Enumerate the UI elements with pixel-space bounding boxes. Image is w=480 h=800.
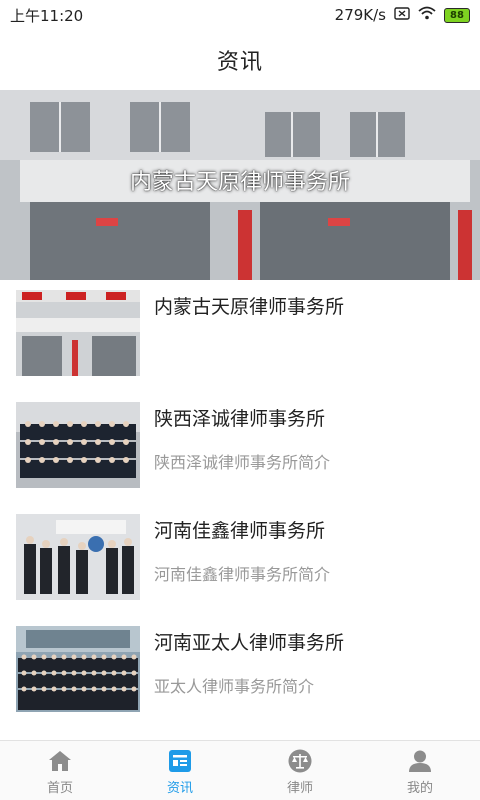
news-summary: 陕西泽诚律师事务所简介 bbox=[154, 453, 331, 472]
news-item[interactable]: 河南佳鑫律师事务所 河南佳鑫律师事务所简介 bbox=[0, 504, 480, 616]
home-icon bbox=[49, 751, 71, 771]
status-icons: 279K/s 88 bbox=[335, 6, 470, 24]
lawyer-icon bbox=[288, 749, 312, 773]
news-thumbnail bbox=[16, 290, 140, 376]
banner-carousel[interactable]: 内蒙古天原律师事务所 bbox=[0, 90, 480, 280]
tab-profile[interactable]: 我的 bbox=[360, 741, 480, 800]
news-icon bbox=[169, 750, 191, 772]
page-title: 资讯 bbox=[216, 50, 263, 75]
tab-home[interactable]: 首页 bbox=[0, 741, 120, 800]
news-thumbnail bbox=[16, 402, 140, 488]
tab-label: 律师 bbox=[286, 781, 313, 796]
news-title: 陕西泽诚律师事务所 bbox=[154, 408, 326, 430]
battery-icon: 88 bbox=[444, 7, 470, 23]
tab-news[interactable]: 资讯 bbox=[120, 741, 240, 800]
news-title: 河南佳鑫律师事务所 bbox=[154, 520, 326, 542]
status-time: 上午11:20 bbox=[10, 6, 84, 25]
news-title: 内蒙古天原律师事务所 bbox=[154, 296, 345, 318]
news-summary: 亚太人律师事务所简介 bbox=[154, 677, 315, 696]
news-item[interactable]: 内蒙古天原律师事务所 bbox=[0, 280, 480, 392]
tab-label: 首页 bbox=[46, 781, 73, 796]
banner-caption: 内蒙古天原律师事务所 bbox=[129, 170, 350, 195]
app-header: 资讯 bbox=[0, 30, 480, 90]
sim-icon bbox=[394, 6, 410, 24]
bottom-tab-bar: 首页 资讯 律师 我的 bbox=[0, 740, 480, 800]
news-item[interactable]: 河南亚太人律师事务所 亚太人律师事务所简介 bbox=[0, 616, 480, 728]
news-item[interactable]: 陕西泽诚律师事务所 陕西泽诚律师事务所简介 bbox=[0, 392, 480, 504]
news-thumbnail bbox=[16, 514, 140, 600]
news-thumbnail bbox=[16, 626, 140, 712]
profile-icon bbox=[409, 750, 431, 772]
wifi-icon bbox=[418, 6, 436, 24]
tab-label: 资讯 bbox=[166, 781, 193, 796]
tab-lawyer[interactable]: 律师 bbox=[240, 741, 360, 800]
news-title: 河南亚太人律师事务所 bbox=[154, 632, 345, 654]
tab-label: 我的 bbox=[406, 781, 433, 796]
network-speed: 279K/s bbox=[334, 6, 386, 24]
status-bar: 上午11:20 279K/s 88 bbox=[0, 0, 480, 30]
news-summary: 河南佳鑫律师事务所简介 bbox=[154, 565, 331, 584]
